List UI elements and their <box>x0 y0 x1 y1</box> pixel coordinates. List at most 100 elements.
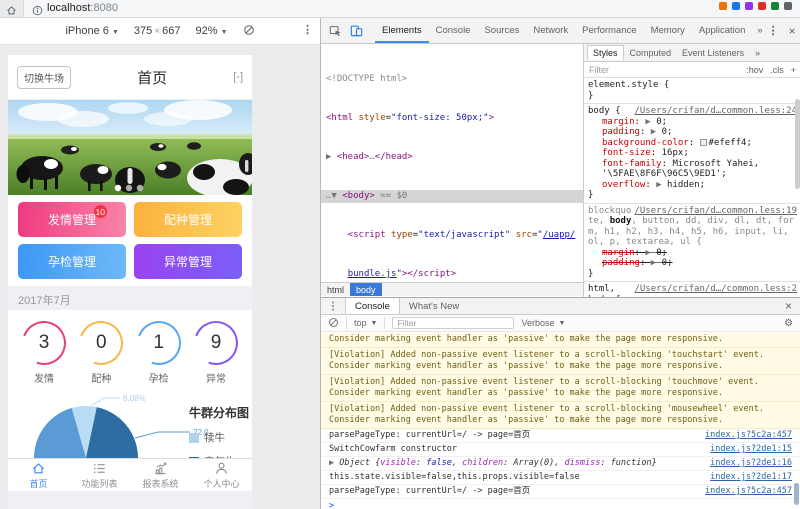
dom-node[interactable]: <script type="text/javascript" src="/uap… <box>326 229 583 242</box>
console-log[interactable]: parsePageType: currentUrl=/ -> page=首页 i… <box>321 485 800 499</box>
console-scrollbar[interactable] <box>794 483 799 505</box>
inspect-element-icon[interactable] <box>325 24 346 37</box>
tab-home[interactable]: 首页 <box>8 459 69 491</box>
dom-node-selected[interactable]: …▼ <body> == $0 <box>321 190 583 203</box>
devtools-menu-icon[interactable]: ⋮ <box>768 24 779 37</box>
source-link[interactable]: index.js?2de1:17 <box>710 472 792 483</box>
console-warning[interactable]: [Violation] Added non-passive event list… <box>321 375 800 402</box>
source-link[interactable]: index.js?2de1:15 <box>710 444 792 455</box>
devtools-close-icon[interactable]: × <box>789 24 796 38</box>
tab-sources[interactable]: Sources <box>477 19 526 43</box>
extension-icon[interactable] <box>771 2 779 10</box>
estrus-management-button[interactable]: 发情管理 10 <box>18 202 126 237</box>
console-settings-icon[interactable]: ⚙ <box>784 318 793 329</box>
carousel-dot-active[interactable] <box>114 184 122 192</box>
extension-icon[interactable] <box>784 2 792 10</box>
console-warning[interactable]: [Violation] Added non-passive event list… <box>321 348 800 375</box>
new-style-rule-icon[interactable]: + <box>791 65 796 75</box>
tab-memory[interactable]: Memory <box>644 19 692 43</box>
more-tabs-icon[interactable]: » <box>752 25 767 36</box>
chevron-down-icon: ▼ <box>111 29 119 36</box>
device-toolbar-toggle-icon[interactable] <box>346 24 367 37</box>
breadcrumb-body[interactable]: body <box>350 283 382 296</box>
styles-sidebar: Styles Computed Event Listeners » :hov .… <box>583 44 800 297</box>
context-select[interactable]: top ▼ <box>354 318 377 328</box>
dom-node[interactable]: <html style="font-size: 50px;"> <box>326 112 583 125</box>
tab-network[interactable]: Network <box>526 19 575 43</box>
log-level-select[interactable]: Verbose ▼ <box>521 318 565 328</box>
pregnancy-check-button[interactable]: 孕检管理 <box>18 244 126 279</box>
tab-console[interactable]: Console <box>429 19 478 43</box>
toggle-classes[interactable]: .cls <box>770 65 784 75</box>
minimize-button[interactable]: [-] <box>233 71 243 83</box>
console-log-object[interactable]: ▶ Object {visible: false, children: Arra… <box>321 457 800 471</box>
more-tabs-icon[interactable]: » <box>750 46 765 60</box>
tab-whats-new[interactable]: What's New <box>400 298 468 314</box>
extension-icon[interactable] <box>745 2 753 10</box>
tab-function-list[interactable]: 功能列表 <box>69 459 130 491</box>
tab-console-drawer[interactable]: Console <box>345 298 400 314</box>
cow-photo-carousel[interactable] <box>8 100 252 195</box>
extension-icon[interactable] <box>719 2 727 10</box>
tab-application[interactable]: Application <box>692 19 752 43</box>
dom-node[interactable]: <!DOCTYPE html> <box>326 73 583 86</box>
console-messages[interactable]: [Violation] Added non-passive event list… <box>321 333 800 509</box>
stat-estrus[interactable]: 3 发情 <box>14 313 74 385</box>
extension-icon[interactable] <box>732 2 740 10</box>
console-log[interactable]: SwitchCowfarm constructor index.js?2de1:… <box>321 443 800 457</box>
css-rule-reset[interactable]: /Users/crifan/d…common.less:19 blockquot… <box>584 204 800 282</box>
css-rule-body[interactable]: /Users/crifan/d…common.less:24 body { ma… <box>584 104 800 204</box>
console-log[interactable]: parsePageType: currentUrl=/ -> page=首页 i… <box>321 429 800 443</box>
device-dimensions[interactable]: 375 × 667 <box>134 25 181 37</box>
carousel-dot[interactable] <box>125 184 133 192</box>
drawer-close-icon[interactable]: × <box>777 298 800 314</box>
dom-node[interactable]: ▶ <head>…</head> <box>326 151 583 164</box>
css-source-link[interactable]: /Users/crifan/d…common.less:24 <box>634 106 797 117</box>
stat-abnormal[interactable]: 9 异常 <box>186 313 246 385</box>
tab-report-system[interactable]: 报表系统 <box>130 459 191 491</box>
breeding-management-button[interactable]: 配种管理 <box>134 202 242 237</box>
tab-performance[interactable]: Performance <box>575 19 643 43</box>
carousel-dot[interactable] <box>136 184 144 192</box>
toggle-hover-state[interactable]: :hov <box>746 65 763 75</box>
dom-node[interactable]: bundle.js"></script> <box>326 268 583 281</box>
device-screen: 切换牛场 首页 [-] 发情管理 10 配种管理 孕检管理 异常管理 2017年… <box>8 55 252 509</box>
legend-item-calf[interactable]: 犊牛 <box>188 430 249 445</box>
console-prompt[interactable]: > <box>321 499 800 509</box>
css-rule-element-style[interactable]: element.style { } <box>584 78 800 104</box>
css-source-link[interactable]: /Users/crifan/d…common.less:19 <box>634 206 797 217</box>
tab-event-listeners[interactable]: Event Listeners <box>677 46 749 60</box>
tab-personal-center[interactable]: 个人中心 <box>191 459 252 491</box>
source-link[interactable]: index.js?2de1:16 <box>710 458 792 469</box>
css-source-link[interactable]: /Users/crifan/d…/common.less:2 <box>634 284 797 295</box>
chart-icon <box>155 462 167 474</box>
abnormal-management-button[interactable]: 异常管理 <box>134 244 242 279</box>
toolbar-menu-icon[interactable]: ⋮ <box>302 23 313 36</box>
zoom-select[interactable]: 92% ▼ <box>195 25 227 37</box>
clear-console-icon[interactable] <box>328 317 339 330</box>
css-rule-html-body[interactable]: /Users/crifan/d…/common.less:2 html, bod… <box>584 282 800 297</box>
extension-icon[interactable] <box>758 2 766 10</box>
stat-pregnancy[interactable]: 1 孕检 <box>129 313 188 385</box>
breadcrumb-html[interactable]: html <box>321 283 350 296</box>
device-select[interactable]: iPhone 6 ▼ <box>65 25 118 37</box>
tab-computed[interactable]: Computed <box>625 46 677 60</box>
tab-styles[interactable]: Styles <box>587 45 624 60</box>
console-filter-input[interactable] <box>392 317 515 329</box>
source-link[interactable]: index.js?5c2a:457 <box>705 486 792 497</box>
console-log[interactable]: this.state.visible=false,this.props.visi… <box>321 471 800 485</box>
styles-scrollbar[interactable] <box>795 99 800 189</box>
stat-breeding[interactable]: 0 配种 <box>72 313 131 385</box>
console-warning[interactable]: [Violation] Added non-passive event list… <box>321 402 800 429</box>
address-url[interactable]: localhost:8080 <box>47 2 118 14</box>
styles-filter-input[interactable] <box>589 64 741 75</box>
drawer-menu-icon[interactable]: ⋮ <box>321 298 345 314</box>
tab-elements[interactable]: Elements <box>375 19 429 43</box>
switch-farm-button[interactable]: 切换牛场 <box>17 65 71 89</box>
throttle-icon[interactable] <box>243 24 255 39</box>
css-rules[interactable]: element.style { } /Users/crifan/d…common… <box>584 78 800 297</box>
cow-pasture-image <box>8 100 252 195</box>
elements-tree[interactable]: <!DOCTYPE html> <html style="font-size: … <box>321 44 583 282</box>
source-link[interactable]: index.js?5c2a:457 <box>705 430 792 441</box>
console-warning[interactable]: [Violation] Added non-passive event list… <box>321 333 800 348</box>
